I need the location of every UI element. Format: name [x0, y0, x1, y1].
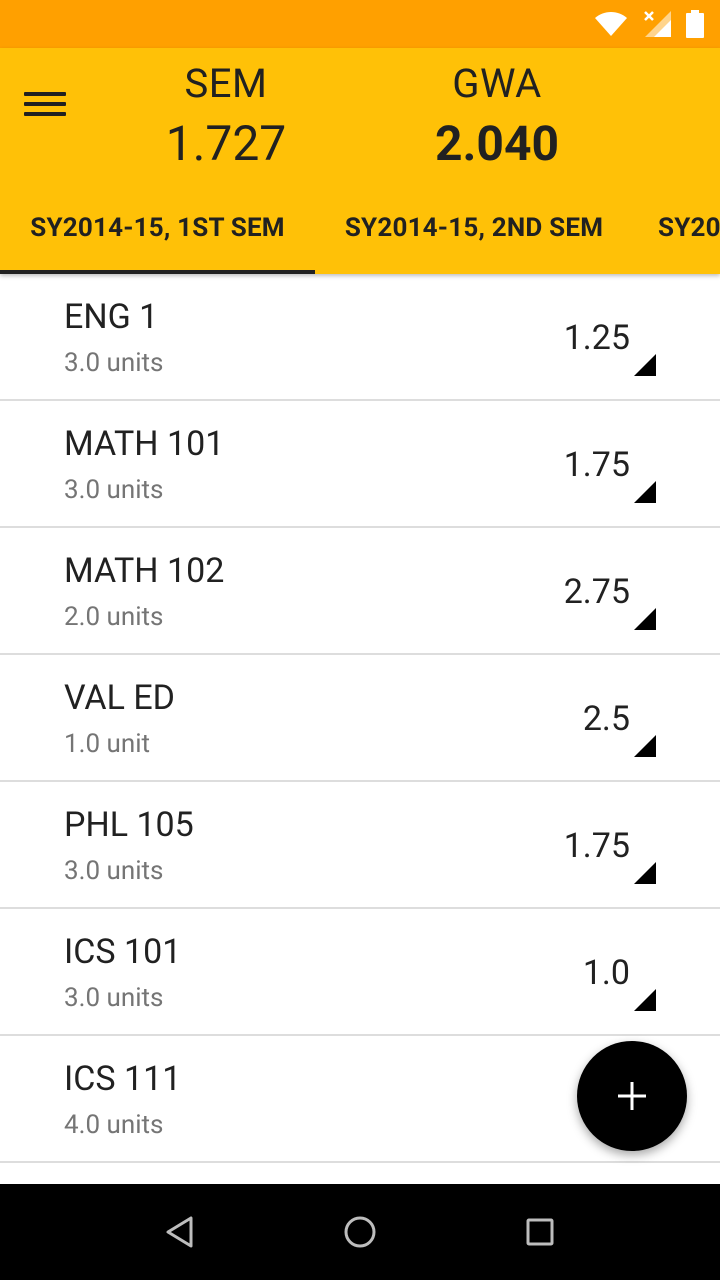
gwa-value: 2.040: [434, 115, 560, 172]
course-units: 3.0 units: [64, 348, 164, 378]
tab-sy2014-15-2nd-sem[interactable]: SY2014-15, 2ND SEM: [315, 182, 633, 274]
selected-tab-indicator: [0, 270, 315, 274]
grade-select[interactable]: 2.75: [530, 570, 630, 614]
semester-tabs: SY2014-15, 1ST SEM SY2014-15, 2ND SEM SY…: [0, 182, 720, 274]
list-item[interactable]: ICS 101 3.0 units 1.0: [0, 909, 720, 1036]
course-name: ICS 101: [64, 932, 182, 972]
grade-select[interactable]: 1.75: [530, 443, 630, 487]
dropdown-triangle-icon[interactable]: [634, 481, 656, 503]
list-item[interactable]: ENG 1 3.0 units 1.25: [0, 274, 720, 401]
back-button[interactable]: [156, 1208, 204, 1256]
home-button[interactable]: [336, 1208, 384, 1256]
course-units: 3.0 units: [64, 856, 164, 886]
recents-button[interactable]: [516, 1208, 564, 1256]
battery-icon: [686, 10, 704, 38]
hamburger-menu-icon[interactable]: [24, 78, 88, 130]
tab-sy2014-15-1st-sem[interactable]: SY2014-15, 1ST SEM: [0, 182, 315, 274]
dropdown-triangle-icon[interactable]: [634, 735, 656, 757]
course-units: 2.0 units: [64, 602, 164, 632]
plus-icon: [618, 1082, 646, 1110]
course-name: PHL 105: [64, 805, 194, 845]
gwa-label: GWA: [452, 60, 542, 107]
cell-signal-icon: [644, 11, 671, 37]
grade-select[interactable]: 1.0: [530, 951, 630, 995]
course-name: MATH 101: [64, 424, 225, 464]
grade-select[interactable]: 1.25: [530, 316, 630, 360]
dropdown-triangle-icon[interactable]: [634, 608, 656, 630]
dropdown-triangle-icon[interactable]: [634, 862, 656, 884]
course-name: MATH 102: [64, 551, 225, 591]
list-item[interactable]: PHL 105 3.0 units 1.75: [0, 782, 720, 909]
course-units: 3.0 units: [64, 475, 164, 505]
grade-select[interactable]: 1.75: [530, 824, 630, 868]
gwa-summary: GWA 2.040: [397, 56, 597, 176]
dropdown-triangle-icon[interactable]: [634, 989, 656, 1011]
course-units: 4.0 units: [64, 1110, 164, 1140]
recents-icon: [526, 1218, 554, 1246]
add-course-button[interactable]: [577, 1041, 687, 1151]
sem-label: SEM: [184, 60, 268, 107]
course-name: ICS 111: [64, 1059, 182, 1099]
dropdown-triangle-icon[interactable]: [634, 354, 656, 376]
list-item[interactable]: VAL ED 1.0 unit 2.5: [0, 655, 720, 782]
list-item[interactable]: MATH 101 3.0 units 1.75: [0, 401, 720, 528]
wifi-icon: [595, 12, 627, 36]
course-units: 3.0 units: [64, 983, 164, 1013]
course-name: VAL ED: [64, 678, 175, 718]
list-item[interactable]: MATH 102 2.0 units 2.75: [0, 528, 720, 655]
course-units: 1.0 unit: [64, 729, 151, 759]
status-icons: [594, 10, 704, 38]
course-name: ENG 1: [64, 297, 159, 337]
status-bar: [0, 0, 720, 48]
back-icon: [166, 1216, 193, 1248]
sem-summary: SEM 1.727: [126, 56, 326, 176]
tab-next-semester[interactable]: SY20: [640, 182, 720, 274]
course-list: ENG 1 3.0 units 1.25 MATH 101 3.0 units …: [0, 274, 720, 1163]
home-icon: [344, 1216, 376, 1248]
grade-select[interactable]: 2.5: [530, 697, 630, 741]
app-bar: SEM 1.727 GWA 2.040 SY2014-15, 1ST SEM S…: [0, 48, 720, 274]
system-nav-bar: [0, 1184, 720, 1280]
sem-value: 1.727: [165, 115, 287, 172]
